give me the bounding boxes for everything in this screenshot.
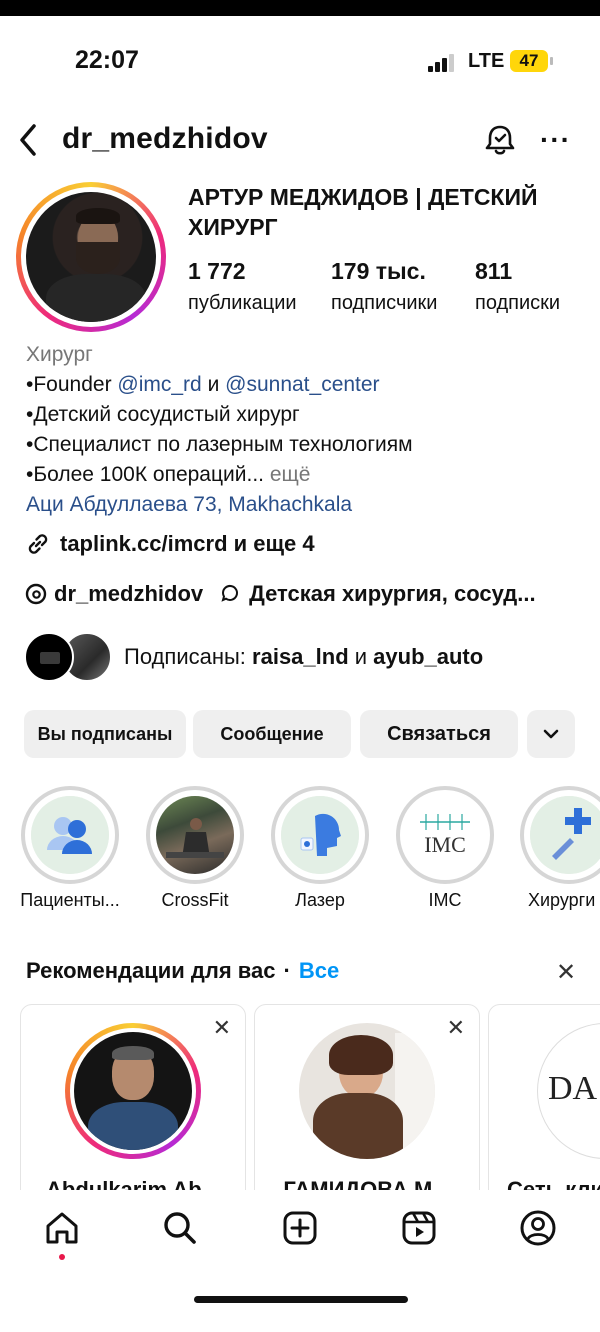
- bio-text: •Founder: [26, 373, 118, 396]
- search-icon[interactable]: [158, 1206, 202, 1250]
- display-name: АРТУР МЕДЖИДОВ | ДЕТСКИЙ ХИРУРГ: [188, 184, 538, 240]
- threads-row: dr_medzhidov Детская хирургия, сосуд...: [24, 581, 600, 607]
- recommendation-card[interactable]: DA Сеть кли...: [488, 1004, 600, 1204]
- followed-by-prefix: Подписаны:: [124, 644, 253, 669]
- highlight-patients[interactable]: Пациенты...: [20, 786, 120, 911]
- laser-highlight-icon: [281, 796, 359, 874]
- top-bezel: [0, 0, 600, 16]
- stat-following-label: подписки: [475, 292, 561, 314]
- followed-by-user: ayub_auto: [373, 644, 484, 669]
- patients-highlight-icon: [31, 796, 109, 874]
- crossfit-highlight-photo: [156, 796, 234, 874]
- follower-avatar: [24, 632, 74, 682]
- stat-followers-value: 179 тыс.: [331, 258, 426, 284]
- imc-logo: IMC: [406, 796, 484, 874]
- clinic-logo-text: DA: [548, 1070, 598, 1107]
- link-icon: [28, 534, 48, 554]
- battery-icon: 47: [510, 50, 553, 72]
- followed-by-text: Подписаны: raisa_lnd и ayub_auto: [124, 644, 483, 670]
- back-icon[interactable]: [14, 120, 44, 160]
- recommendation-avatar: [65, 1023, 201, 1159]
- threads-handle[interactable]: dr_medzhidov: [54, 581, 203, 607]
- more-options-icon[interactable]: ···: [540, 124, 571, 156]
- highlight-laser[interactable]: Лазер: [270, 786, 370, 911]
- status-bar: 22:07 LTE 47: [0, 42, 600, 82]
- suggestions-toggle-button[interactable]: [527, 710, 575, 758]
- bio-line: •Специалист по лазерным технологиям: [26, 433, 413, 456]
- close-recommendations-icon[interactable]: ✕: [556, 958, 576, 987]
- mention-sunnat-center[interactable]: @sunnat_center: [225, 373, 379, 396]
- status-time: 22:07: [75, 46, 139, 74]
- signal-icon: [428, 52, 458, 72]
- avatar-photo: [26, 192, 156, 322]
- bio-text: •Более 100К операций...: [26, 463, 264, 486]
- dismiss-card-icon[interactable]: ✕: [447, 1015, 465, 1041]
- profile-icon[interactable]: [516, 1206, 560, 1250]
- profile-topic[interactable]: Детская хирургия, сосуд...: [249, 581, 535, 607]
- profile-bio: Хирург •Founder @imc_rd и @sunnat_center…: [26, 340, 586, 520]
- bio-text: и: [201, 373, 226, 396]
- home-indicator: [194, 1296, 408, 1303]
- stat-posts[interactable]: 1 772 публикации: [188, 258, 297, 315]
- mention-imc-rd[interactable]: @imc_rd: [117, 373, 201, 396]
- profile-avatar[interactable]: [16, 182, 166, 332]
- separator-dot: ·: [283, 958, 291, 983]
- message-button[interactable]: Сообщение: [193, 710, 351, 758]
- network-type: LTE: [468, 50, 505, 72]
- chevron-down-icon: [543, 729, 559, 739]
- highlight-label: Лазер: [295, 890, 345, 910]
- surgery-highlight-icon: [530, 796, 600, 874]
- stat-followers-label: подписчики: [331, 292, 438, 314]
- external-links[interactable]: taplink.cc/imcrd и еще 4: [24, 530, 315, 558]
- followed-by[interactable]: Подписаны: raisa_lnd и ayub_auto: [24, 632, 600, 684]
- bio-line: •Более 100К операций... ещё: [26, 460, 586, 490]
- recommendation-card[interactable]: ✕ Abdulkarim Ab...: [20, 1004, 246, 1204]
- stat-followers[interactable]: 179 тыс. подписчики: [331, 258, 437, 315]
- imc-logo-text: IMC: [424, 832, 466, 857]
- stat-following-value: 811: [475, 258, 513, 284]
- recommendation-avatar: DA: [537, 1023, 600, 1159]
- bottom-tab-bar: [0, 1190, 600, 1332]
- highlight-label: Пациенты...: [20, 890, 120, 910]
- header-username: dr_medzhidov: [62, 122, 268, 155]
- stat-posts-label: публикации: [188, 292, 297, 314]
- see-all-link[interactable]: Все: [299, 958, 339, 983]
- notification-dot: [59, 1254, 65, 1260]
- highlight-label: IMC: [428, 890, 462, 910]
- profile-header: dr_medzhidov ···: [0, 118, 600, 162]
- external-link-text: taplink.cc/imcrd и еще 4: [60, 531, 315, 556]
- reels-icon[interactable]: [397, 1206, 441, 1250]
- recommendation-card[interactable]: ✕ ГАМИДОВА М...: [254, 1004, 480, 1204]
- create-icon[interactable]: [278, 1206, 322, 1250]
- threads-icon: [25, 583, 47, 605]
- highlight-surgery[interactable]: Хирурги: [520, 786, 600, 911]
- highlight-imc[interactable]: IMC IMC: [395, 786, 495, 911]
- stat-posts-value: 1 772: [188, 258, 246, 284]
- notifications-bell-icon[interactable]: [482, 122, 518, 158]
- home-icon[interactable]: [40, 1206, 84, 1250]
- recommendations-header: Рекомендации для вас · Все: [26, 958, 339, 984]
- stat-following[interactable]: 811 подписки: [475, 258, 560, 315]
- following-button[interactable]: Вы подписаны: [24, 710, 186, 758]
- bio-more-link[interactable]: ещё: [264, 463, 311, 486]
- contact-button[interactable]: Связаться: [360, 710, 518, 758]
- profile-category: Хирург: [26, 343, 93, 366]
- highlight-label: Хирурги: [528, 890, 596, 910]
- followed-by-user: raisa_lnd: [252, 644, 349, 669]
- highlight-crossfit[interactable]: CrossFit: [145, 786, 245, 911]
- bio-line-founder: •Founder @imc_rd и @sunnat_center: [26, 370, 586, 400]
- highlight-label: CrossFit: [161, 890, 229, 910]
- recommendations-title: Рекомендации для вас: [26, 958, 276, 983]
- chat-topic-icon: [221, 584, 239, 602]
- bio-line: •Детский сосудистый хирург: [26, 403, 300, 426]
- address-link[interactable]: Аци Абдуллаева 73, Makhachkala: [26, 490, 586, 520]
- recommendation-avatar: [299, 1023, 435, 1159]
- dismiss-card-icon[interactable]: ✕: [213, 1015, 231, 1041]
- followed-by-and: и: [348, 644, 374, 669]
